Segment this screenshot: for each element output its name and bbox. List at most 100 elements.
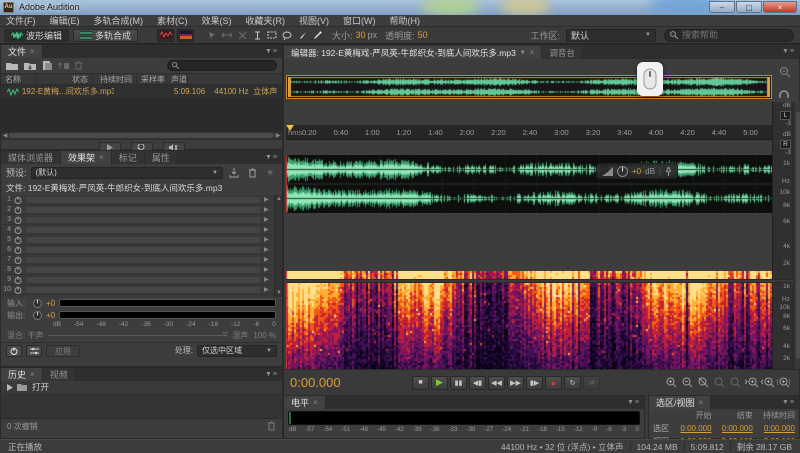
chevron-down-icon[interactable]: ▼ <box>520 47 526 59</box>
close-icon[interactable]: × <box>699 397 704 409</box>
slot-expand-icon[interactable]: ▶ <box>264 276 272 283</box>
slot-well[interactable] <box>25 236 261 244</box>
scroll-up-icon[interactable]: ▲ <box>275 195 283 203</box>
paintbrush-tool-icon[interactable] <box>295 29 309 42</box>
opacity-value[interactable]: 50 <box>418 30 428 40</box>
output-gain-value[interactable]: +0 <box>46 311 55 320</box>
tab-selection-view[interactable]: 选区/视图× <box>649 396 711 409</box>
overview-waveform[interactable] <box>288 77 770 97</box>
tab-video[interactable]: 视频 <box>43 368 76 381</box>
zoom-reset-icon[interactable] <box>776 376 791 390</box>
slot-expand-icon[interactable]: ▶ <box>264 286 272 293</box>
panel-menu-icon[interactable]: ▼≡ <box>782 399 795 406</box>
scroll-left-icon[interactable]: ◀ <box>1 132 9 140</box>
pause-button[interactable]: ▮▮ <box>450 376 467 390</box>
effect-slot[interactable]: 3 ▶ <box>1 215 274 225</box>
selection-end[interactable]: 0:00.000 <box>716 422 757 435</box>
time-display[interactable]: 0:00.000 <box>290 375 410 390</box>
fade-icon[interactable] <box>602 167 613 176</box>
workspace-dropdown[interactable]: 默认 ▼ <box>566 29 656 42</box>
new-file-icon[interactable] <box>42 61 53 70</box>
playhead-marker[interactable] <box>286 125 294 131</box>
multitrack-button[interactable]: 多轨合成 <box>73 29 138 42</box>
text-tool-icon[interactable] <box>250 29 264 42</box>
slots-vscrollbar[interactable]: ▲ ▼ <box>274 195 282 297</box>
column-header[interactable]: 名称 <box>1 74 37 85</box>
pin-icon[interactable] <box>665 167 672 176</box>
effect-slot[interactable]: 5 ▶ <box>1 235 274 245</box>
channel-divider[interactable] <box>286 279 792 283</box>
insert-multitrack-icon[interactable] <box>58 61 69 70</box>
mix-slider[interactable]: ▽ <box>48 335 227 336</box>
channel-right-button[interactable]: R <box>780 140 791 149</box>
slot-well[interactable] <box>25 276 261 284</box>
power-icon[interactable] <box>14 236 22 244</box>
process-dropdown[interactable]: 仅选中区域 ▼ <box>197 345 277 357</box>
help-search[interactable] <box>664 29 794 42</box>
maximize-button[interactable]: ▢ <box>736 1 762 13</box>
menu-item[interactable]: 多轨合成(M) <box>94 14 144 27</box>
slot-expand-icon[interactable]: ▶ <box>264 256 272 263</box>
panel-menu-icon[interactable]: ▼≡ <box>627 399 640 406</box>
power-icon[interactable] <box>14 276 22 284</box>
column-header[interactable]: 声道 <box>167 74 188 85</box>
record-button[interactable]: ● <box>545 376 562 390</box>
waveform-editor-button[interactable]: 波形编辑 <box>4 29 69 42</box>
close-icon[interactable]: × <box>99 152 104 164</box>
power-icon[interactable] <box>14 256 22 264</box>
scroll-down-icon[interactable]: ▼ <box>275 289 283 297</box>
delete-preset-icon[interactable] <box>245 167 259 179</box>
zoom-out-icon[interactable] <box>680 376 695 390</box>
tab-history[interactable]: 历史× <box>1 368 43 381</box>
lasso-tool-icon[interactable] <box>280 29 294 42</box>
effect-slot[interactable]: 2 ▶ <box>1 205 274 215</box>
selection-start[interactable]: 0:00.000 <box>674 422 715 435</box>
volume-hud[interactable]: +0 dB | <box>596 163 678 179</box>
menu-item[interactable]: 帮助(H) <box>390 14 421 27</box>
skip-back-button[interactable]: ◀▮ <box>469 376 486 390</box>
slot-well[interactable] <box>25 266 261 274</box>
skip-forward-button[interactable]: ▮▶ <box>526 376 543 390</box>
slot-well[interactable] <box>25 196 261 204</box>
play-button[interactable]: ▶ <box>431 376 448 390</box>
menu-item[interactable]: 视图(V) <box>299 14 329 27</box>
effect-slot[interactable]: 8 ▶ <box>1 265 274 275</box>
menu-item[interactable]: 效果(S) <box>202 14 232 27</box>
close-button[interactable]: × <box>763 1 797 13</box>
favorite-star-icon[interactable]: ★ <box>263 167 277 179</box>
input-gain-value[interactable]: +0 <box>46 299 55 308</box>
waveform-view-toggle[interactable] <box>157 29 174 42</box>
marquee-tool-icon[interactable] <box>265 29 279 42</box>
minimize-button[interactable]: – <box>709 1 735 13</box>
rewind-button[interactable]: ◀◀ <box>488 376 505 390</box>
open-folder-icon[interactable] <box>6 61 19 70</box>
effect-slot[interactable]: 1 ▶ <box>1 195 274 205</box>
power-icon[interactable] <box>14 286 22 294</box>
overview-strip[interactable] <box>286 75 772 99</box>
menu-item[interactable]: 窗口(W) <box>343 14 376 27</box>
power-icon[interactable] <box>14 216 22 224</box>
effect-slot[interactable]: 6 ▶ <box>1 245 274 255</box>
power-icon[interactable] <box>14 206 22 214</box>
effect-slot[interactable]: 10 ▶ <box>1 285 274 295</box>
help-search-input[interactable] <box>682 30 782 40</box>
preset-dropdown[interactable]: (默认) ▼ <box>31 167 223 179</box>
slot-expand-icon[interactable]: ▶ <box>264 196 272 203</box>
navigator-zoom-icon[interactable] <box>776 63 794 81</box>
fast-forward-button[interactable]: ▶▶ <box>507 376 524 390</box>
slot-well[interactable] <box>25 226 261 234</box>
slot-well[interactable] <box>25 246 261 254</box>
close-icon[interactable]: × <box>30 46 35 58</box>
zoom-out-amplitude-icon[interactable] <box>760 376 775 390</box>
trash-icon[interactable] <box>267 421 276 431</box>
tab-markers[interactable]: 标记 <box>112 151 145 164</box>
panel-menu-icon[interactable]: ▼≡ <box>782 48 795 55</box>
zoom-in-amplitude-icon[interactable] <box>744 376 759 390</box>
brush-size-value[interactable]: 30 <box>356 30 366 40</box>
tab-editor[interactable]: 编辑器: 192-E黄梅戏-严凤英-牛郎织女-到底人间欢乐多.mp3 ▼ × <box>284 46 542 59</box>
output-knob[interactable] <box>33 311 42 320</box>
effect-slot[interactable]: 9 ▶ <box>1 275 274 285</box>
slot-well[interactable] <box>25 286 261 294</box>
loop-button[interactable]: ↻ <box>564 376 581 390</box>
files-hscrollbar[interactable]: ◀ ▶ <box>1 131 282 139</box>
